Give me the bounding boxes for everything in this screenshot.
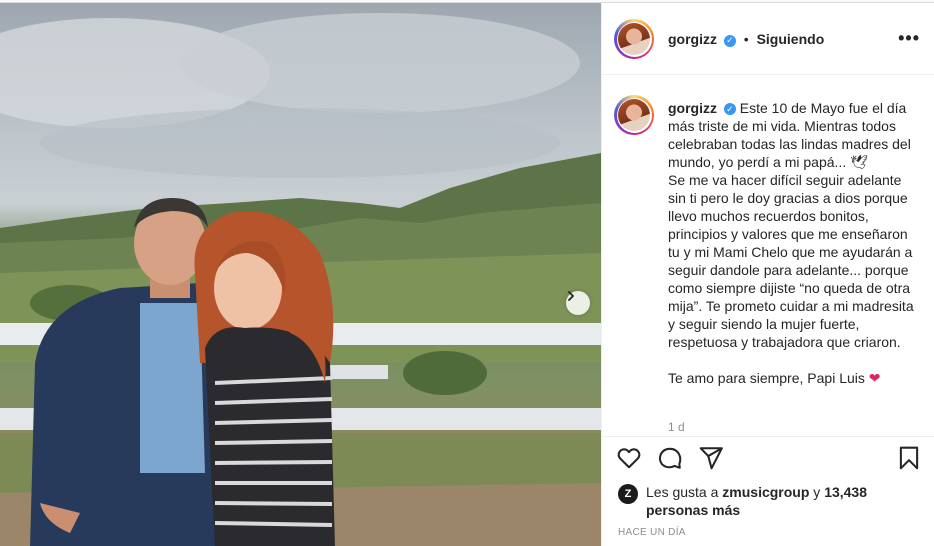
caption-section: gorgizz ✓ Este 10 de Mayo fue el día más… <box>602 83 934 437</box>
liker-avatar[interactable]: Z <box>618 484 638 504</box>
avatar-inner <box>616 97 652 133</box>
verified-badge-icon: ✓ <box>723 103 736 115</box>
comment-bubble-icon <box>658 447 682 469</box>
verified-badge-icon: ✓ <box>723 34 736 47</box>
red-heart-icon: ❤ <box>868 370 881 386</box>
post-time-ago[interactable]: HACE UN DÍA <box>618 527 686 538</box>
caption-username[interactable]: gorgizz <box>668 100 717 116</box>
instagram-post: gorgizz ✓ • Siguiendo ••• gorgizz ✓ Este… <box>0 2 934 546</box>
caption-line-3: Te amo para siempre, Papi Luis <box>668 370 865 386</box>
header-name-row: gorgizz ✓ • Siguiendo <box>668 31 824 47</box>
likes-prefix: Les gusta a <box>646 484 719 500</box>
avatar-image <box>618 99 650 131</box>
post-header: gorgizz ✓ • Siguiendo ••• <box>602 3 934 75</box>
caption-avatar[interactable] <box>614 95 654 135</box>
liker-username[interactable]: zmusicgroup <box>722 484 809 500</box>
save-button[interactable] <box>896 445 924 473</box>
paper-plane-icon <box>699 447 723 470</box>
next-photo-button[interactable] <box>566 291 590 315</box>
avatar-inner <box>616 21 652 57</box>
separator-dot: • <box>743 31 749 47</box>
comment-button[interactable] <box>657 445 685 473</box>
caption-text: gorgizz ✓ Este 10 de Mayo fue el día más… <box>668 99 918 387</box>
avatar-image <box>618 23 650 55</box>
header-username[interactable]: gorgizz <box>668 31 717 47</box>
actions-divider <box>602 436 934 437</box>
action-bar <box>602 445 934 479</box>
post-photo[interactable] <box>0 3 601 546</box>
caption-timestamp[interactable]: 1 d <box>668 420 685 434</box>
photo-illustration <box>0 13 601 546</box>
follow-status-button[interactable]: Siguiendo <box>757 31 825 47</box>
likes-text: Les gusta a zmusicgroup y 13,438 persona… <box>646 483 906 519</box>
header-avatar[interactable] <box>614 19 654 59</box>
likes-and: y <box>813 484 821 500</box>
more-options-button[interactable]: ••• <box>898 29 920 47</box>
like-button[interactable] <box>616 445 644 473</box>
bookmark-icon <box>899 446 919 470</box>
caption-line-2: Se me va hacer difícil seguir adelante s… <box>668 172 914 350</box>
share-button[interactable] <box>698 445 726 473</box>
chevron-right-icon <box>568 291 574 301</box>
heart-outline-icon <box>617 448 641 469</box>
